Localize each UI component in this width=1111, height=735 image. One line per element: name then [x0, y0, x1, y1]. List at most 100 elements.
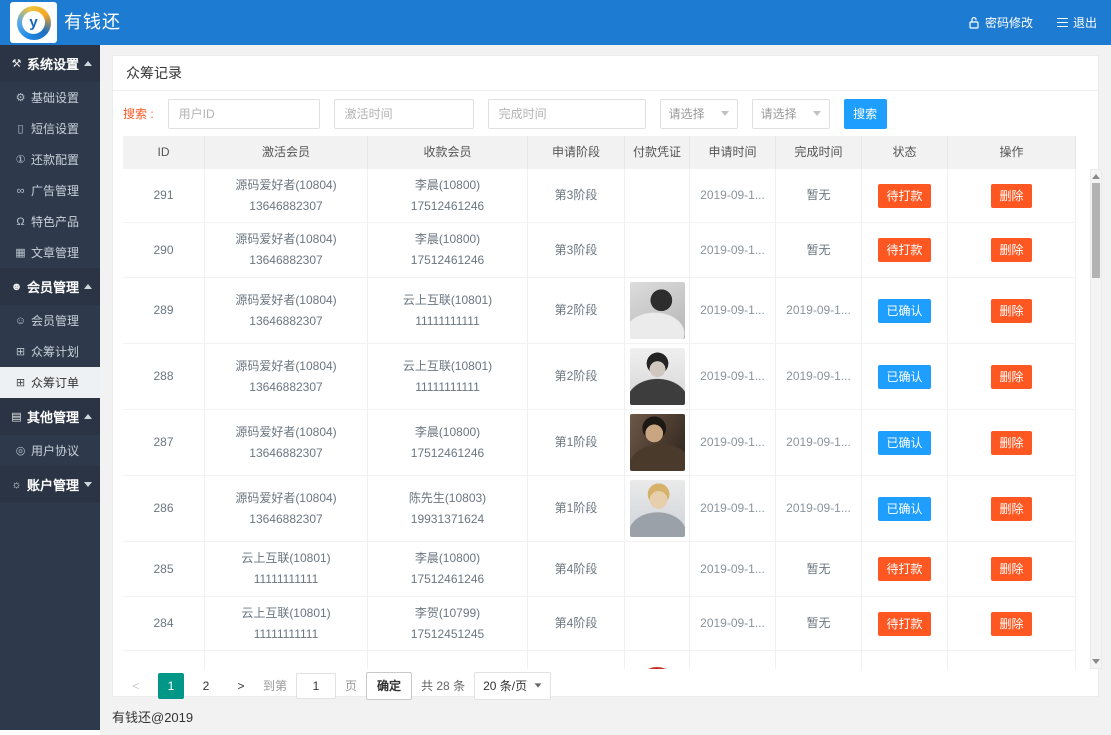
search-button[interactable]: 搜索 — [843, 98, 887, 129]
activator-phone: 13646882307 — [249, 511, 323, 526]
sidebar-item-article-management[interactable]: ▦ 文章管理 — [0, 237, 100, 268]
delete-button[interactable]: 删除 — [991, 364, 1032, 389]
activator-phone: 13646882307 — [249, 313, 323, 328]
cell-payee: 李晨(10800) 17512461246 — [368, 410, 528, 475]
payee-name: 李贺(10799) — [414, 605, 481, 620]
cell-activator: 源码爱好者(10804) 13646882307 — [205, 344, 368, 409]
header-actions: 密码修改 退出 — [968, 0, 1097, 45]
page-size-select[interactable]: 20 条/页 — [474, 671, 552, 700]
search-label: 搜索 : — [123, 107, 154, 121]
cell-status: 待打款 — [862, 169, 948, 222]
app-logo[interactable]: y — [10, 2, 57, 43]
search-bar: 搜索 : 请选择 请选择 搜索 — [113, 91, 1098, 136]
table-row: 284 云上互联(10801) 11111111111 李贺(10799) 17… — [123, 597, 1076, 651]
scrollbar-thumb[interactable] — [1092, 183, 1100, 278]
sidebar-item-member-management[interactable]: ☺ 会员管理 — [0, 305, 100, 336]
delete-button[interactable]: 删除 — [991, 496, 1032, 521]
chevron-up-icon — [84, 414, 92, 419]
filter-select-2[interactable]: 请选择 — [751, 98, 830, 129]
activator-name: 源码爱好者(10804) — [235, 232, 337, 246]
sidebar-item-crowdfunding-orders[interactable]: ⊞ 众筹订单 — [0, 367, 100, 398]
item-label: 还款配置 — [31, 153, 80, 167]
filter-select-1[interactable]: 请选择 — [659, 98, 738, 129]
cell-status: 待打款 — [862, 223, 948, 277]
cell-finish-time: 2019-09-1... — [776, 278, 862, 343]
payment-voucher-image[interactable] — [636, 666, 678, 669]
payment-voucher-image[interactable] — [629, 480, 685, 537]
user-id-input[interactable] — [167, 98, 320, 129]
activator-phone: 13646882307 — [249, 445, 323, 460]
cell-voucher — [625, 476, 690, 541]
cell-id: 291 — [123, 169, 205, 222]
delete-button[interactable]: 删除 — [991, 298, 1032, 323]
sidebar-item-featured-products[interactable]: Ω 特色产品 — [0, 206, 100, 237]
cell-id: 286 — [123, 476, 205, 541]
members-icon: ☻ — [10, 280, 23, 293]
scroll-down-icon[interactable] — [1092, 659, 1100, 664]
sidebar-item-crowdfunding-plan[interactable]: ⊞ 众筹计划 — [0, 336, 100, 367]
cell-apply-time: 2019-09-1... — [690, 278, 776, 343]
activator-name: 源码爱好者(10804) — [235, 358, 337, 373]
sidebar-group-other-management[interactable]: ▤ 其他管理 — [0, 398, 100, 435]
column-header-payee: 收款会员 — [368, 136, 528, 169]
confirm-page-button[interactable]: 确定 — [366, 671, 413, 700]
column-header-id: ID — [123, 136, 205, 169]
cell-stage: 第2阶段 — [528, 344, 625, 409]
cell-voucher — [625, 542, 690, 596]
status-badge: 已确认 — [878, 298, 931, 323]
delete-button[interactable]: 删除 — [991, 238, 1032, 262]
page-button-1[interactable]: 1 — [158, 672, 184, 699]
cell-id: 285 — [123, 542, 205, 596]
scroll-up-icon[interactable] — [1092, 174, 1100, 179]
chevron-down-icon — [84, 482, 92, 487]
cell-id: 287 — [123, 410, 205, 475]
select-value: 请选择 — [668, 107, 705, 121]
delete-button[interactable]: 删除 — [991, 557, 1032, 581]
cell-actions: 删除 — [948, 476, 1076, 541]
cell-stage: 第2阶段 — [528, 278, 625, 343]
sidebar-item-basic-settings[interactable]: ⚙ 基础设置 — [0, 82, 100, 113]
sidebar-group-system-settings[interactable]: ⚒ 系统设置 — [0, 45, 100, 82]
sidebar-group-account-management[interactable]: ☼ 账户管理 — [0, 466, 100, 503]
logout-button[interactable]: 退出 — [1056, 14, 1097, 31]
table-row: 290 源码爱好者(10804) 13646882307 李晨(10800) 1… — [123, 223, 1076, 278]
payment-voucher-image[interactable] — [629, 414, 685, 471]
cell-id — [123, 651, 205, 669]
delete-button[interactable]: 删除 — [991, 611, 1032, 636]
change-password-label: 密码修改 — [984, 16, 1033, 30]
payment-voucher-image[interactable] — [629, 282, 685, 339]
delete-button[interactable]: 删除 — [991, 430, 1032, 455]
sidebar-group-member-management[interactable]: ☻ 会员管理 — [0, 268, 100, 305]
sidebar-item-ad-management[interactable]: ∞ 广告管理 — [0, 175, 100, 206]
finish-time-input[interactable] — [487, 98, 646, 129]
cell-stage — [528, 651, 625, 669]
cell-stage: 第3阶段 — [528, 223, 625, 277]
page-button-2[interactable]: 2 — [193, 673, 219, 699]
cell-actions: 删除 — [948, 542, 1076, 596]
activator-phone: 11111111111 — [253, 572, 319, 586]
cell-id: 288 — [123, 344, 205, 409]
delete-button[interactable]: 删除 — [991, 183, 1032, 208]
cell-payee: 云上互联(10801) 11111111111 — [368, 278, 528, 343]
sidebar-item-repayment-config[interactable]: ① 还款配置 — [0, 144, 100, 175]
logo-ring-icon: y — [16, 5, 51, 40]
prev-page-button[interactable]: < — [123, 673, 149, 699]
activator-name: 源码爱好者(10804) — [235, 424, 337, 439]
account-icon: ☼ — [11, 478, 22, 491]
payment-voucher-image[interactable] — [629, 348, 685, 405]
cell-apply-time — [690, 651, 776, 669]
cell-status: 已确认 — [862, 344, 948, 409]
cell-finish-time: 暂无 — [776, 542, 862, 596]
next-page-button[interactable]: > — [228, 673, 254, 699]
table-scrollbar[interactable] — [1090, 169, 1102, 669]
change-password-button[interactable]: 密码修改 — [968, 14, 1033, 31]
cell-stage: 第1阶段 — [528, 476, 625, 541]
goto-page-input[interactable] — [296, 672, 337, 699]
payee-phone: 17512461246 — [410, 253, 485, 267]
cell-status — [862, 651, 948, 669]
activator-name: 云上互联(10801) — [241, 551, 331, 565]
item-label: 众筹计划 — [31, 345, 80, 359]
sidebar-item-sms-settings[interactable]: ▯ 短信设置 — [0, 113, 100, 144]
sidebar-item-user-agreement[interactable]: ◎ 用户协议 — [0, 435, 100, 466]
activate-time-input[interactable] — [333, 98, 474, 129]
